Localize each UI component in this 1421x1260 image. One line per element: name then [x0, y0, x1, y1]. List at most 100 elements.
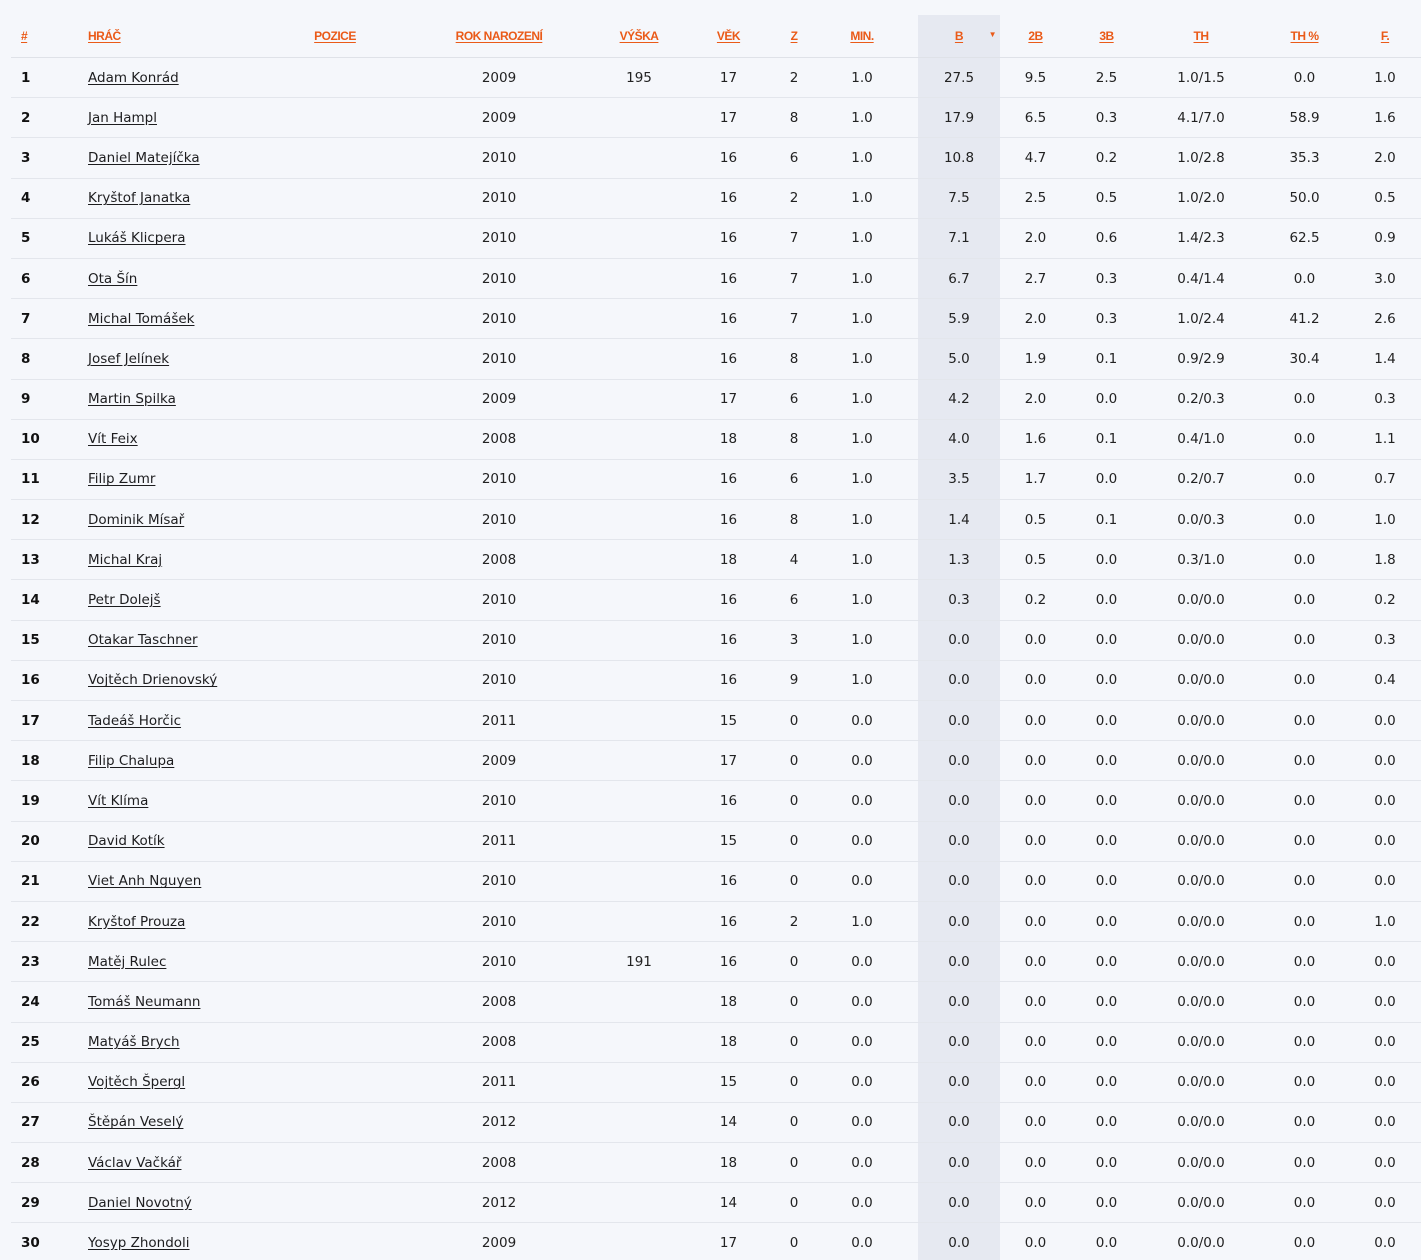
- cell-position: [275, 379, 395, 420]
- column-header-fouls[interactable]: F.: [1349, 15, 1421, 58]
- cell-birth-year: 2010: [395, 298, 603, 340]
- column-header-player[interactable]: HRÁČ: [88, 15, 275, 58]
- player-link[interactable]: Michal Tomášek: [88, 311, 194, 327]
- cell-age: 17: [675, 1222, 782, 1260]
- cell-player: Kryštof Prouza: [88, 901, 275, 943]
- cell-points: 0.0: [918, 981, 1000, 1023]
- cell-free-throws: 0.0/0.0: [1142, 821, 1260, 862]
- cell-fouls: 1.1: [1349, 419, 1421, 460]
- cell-three-point: 0.6: [1071, 218, 1142, 259]
- player-link[interactable]: Filip Zumr: [88, 471, 155, 487]
- column-header-free-throw-pct[interactable]: TH %: [1260, 15, 1349, 58]
- table-row: 2 Jan Hampl 2009 17 8 1.0 17.9 6.5 0.3 4.1/7.0 58.…: [11, 97, 1421, 139]
- cell-age: 15: [675, 700, 782, 742]
- player-link[interactable]: David Kotík: [88, 833, 165, 849]
- cell-birth-year: 2008: [395, 981, 603, 1023]
- cell-three-point: 0.0: [1071, 1222, 1142, 1260]
- player-link[interactable]: Kryštof Prouza: [88, 914, 185, 930]
- cell-free-throws: 1.0/2.4: [1142, 298, 1260, 340]
- player-link[interactable]: Tadeáš Horčic: [88, 713, 181, 729]
- player-link[interactable]: Tomáš Neumann: [88, 994, 200, 1010]
- cell-games: 0: [782, 780, 806, 822]
- column-header-age[interactable]: VĚK: [675, 15, 782, 58]
- cell-fouls: 0.0: [1349, 1142, 1421, 1184]
- player-link[interactable]: Vojtěch Drienovský: [88, 672, 217, 688]
- player-link[interactable]: Matyáš Brych: [88, 1034, 180, 1050]
- cell-games: 8: [782, 499, 806, 541]
- player-link[interactable]: Josef Jelínek: [88, 351, 169, 367]
- cell-points: 5.0: [918, 338, 1000, 380]
- player-link[interactable]: Daniel Novotný: [88, 1195, 192, 1211]
- cell-player: Vít Feix: [88, 419, 275, 460]
- cell-rank: 11: [11, 459, 88, 501]
- player-link[interactable]: Matěj Rulec: [88, 954, 166, 970]
- player-link[interactable]: Štěpán Veselý: [88, 1114, 183, 1130]
- player-link[interactable]: Jan Hampl: [88, 110, 157, 126]
- player-link[interactable]: Vojtěch Špergl: [88, 1074, 185, 1090]
- column-header-games[interactable]: Z: [782, 15, 806, 58]
- player-link[interactable]: Vít Feix: [88, 431, 138, 447]
- cell-minutes: 0.0: [806, 1222, 918, 1260]
- player-link[interactable]: Michal Kraj: [88, 552, 162, 568]
- cell-birth-year: 2012: [395, 1182, 603, 1224]
- cell-free-throw-pct: 0.0: [1260, 1022, 1349, 1063]
- column-header-free-throws[interactable]: TH: [1142, 15, 1260, 58]
- player-link[interactable]: Martin Spilka: [88, 391, 176, 407]
- cell-fouls: 0.5: [1349, 178, 1421, 219]
- player-link[interactable]: Kryštof Janatka: [88, 190, 190, 206]
- cell-three-point: 2.5: [1071, 57, 1142, 99]
- cell-birth-year: 2011: [395, 1062, 603, 1103]
- cell-three-point: 0.0: [1071, 941, 1142, 983]
- cell-fouls: 2.0: [1349, 137, 1421, 179]
- cell-age: 16: [675, 660, 782, 702]
- cell-height: [603, 901, 675, 943]
- column-header-num[interactable]: #: [11, 15, 88, 58]
- table-row: 15 Otakar Taschner 2010 16 3 1.0 0.0 0.0 0.0 0.0/…: [11, 620, 1421, 661]
- cell-birth-year: 2010: [395, 861, 603, 902]
- player-link[interactable]: Ota Šín: [88, 271, 137, 287]
- cell-minutes: 1.0: [806, 499, 918, 541]
- player-link[interactable]: Yosyp Zhondoli: [88, 1235, 190, 1251]
- player-link[interactable]: Petr Dolejš: [88, 592, 161, 608]
- table-row: 16 Vojtěch Drienovský 2010 16 9 1.0 0.0 0.0 0.0 0…: [11, 660, 1421, 702]
- cell-player: Otakar Taschner: [88, 620, 275, 661]
- cell-age: 16: [675, 620, 782, 661]
- cell-position: [275, 539, 395, 581]
- column-header-two-point[interactable]: 2B: [1000, 15, 1071, 58]
- column-header-points[interactable]: B ▼: [918, 15, 1000, 58]
- column-header-three-point[interactable]: 3B: [1071, 15, 1142, 58]
- cell-height: [603, 740, 675, 782]
- column-header-birth-year[interactable]: ROK NAROZENÍ: [395, 15, 603, 58]
- cell-age: 16: [675, 218, 782, 259]
- cell-free-throw-pct: 0.0: [1260, 700, 1349, 742]
- cell-minutes: 1.0: [806, 419, 918, 460]
- player-link[interactable]: Vít Klíma: [88, 793, 148, 809]
- player-link[interactable]: Daniel Matejíčka: [88, 150, 200, 166]
- player-link[interactable]: Václav Vačkář: [88, 1155, 181, 1171]
- column-header-position[interactable]: POZICE: [275, 15, 395, 58]
- cell-free-throws: 0.2/0.3: [1142, 379, 1260, 420]
- cell-rank: 24: [11, 981, 88, 1023]
- player-link[interactable]: Otakar Taschner: [88, 632, 198, 648]
- cell-two-point: 0.0: [1000, 660, 1071, 702]
- cell-three-point: 0.0: [1071, 620, 1142, 661]
- cell-free-throw-pct: 0.0: [1260, 1182, 1349, 1224]
- cell-fouls: 0.9: [1349, 218, 1421, 259]
- cell-points: 0.0: [918, 901, 1000, 943]
- cell-games: 0: [782, 1062, 806, 1103]
- cell-player: Lukáš Klicpera: [88, 218, 275, 259]
- cell-minutes: 1.0: [806, 258, 918, 300]
- cell-points: 3.5: [918, 459, 1000, 501]
- player-link[interactable]: Dominik Mísař: [88, 512, 184, 528]
- player-link[interactable]: Viet Anh Nguyen: [88, 873, 201, 889]
- cell-position: [275, 338, 395, 380]
- cell-birth-year: 2008: [395, 1142, 603, 1184]
- cell-rank: 19: [11, 780, 88, 822]
- player-link[interactable]: Filip Chalupa: [88, 753, 174, 769]
- cell-three-point: 0.1: [1071, 338, 1142, 380]
- column-header-height[interactable]: VÝŠKA: [603, 15, 675, 58]
- column-header-minutes[interactable]: MIN.: [806, 15, 918, 58]
- player-link[interactable]: Adam Konrád: [88, 70, 179, 86]
- cell-age: 18: [675, 981, 782, 1023]
- player-link[interactable]: Lukáš Klicpera: [88, 230, 186, 246]
